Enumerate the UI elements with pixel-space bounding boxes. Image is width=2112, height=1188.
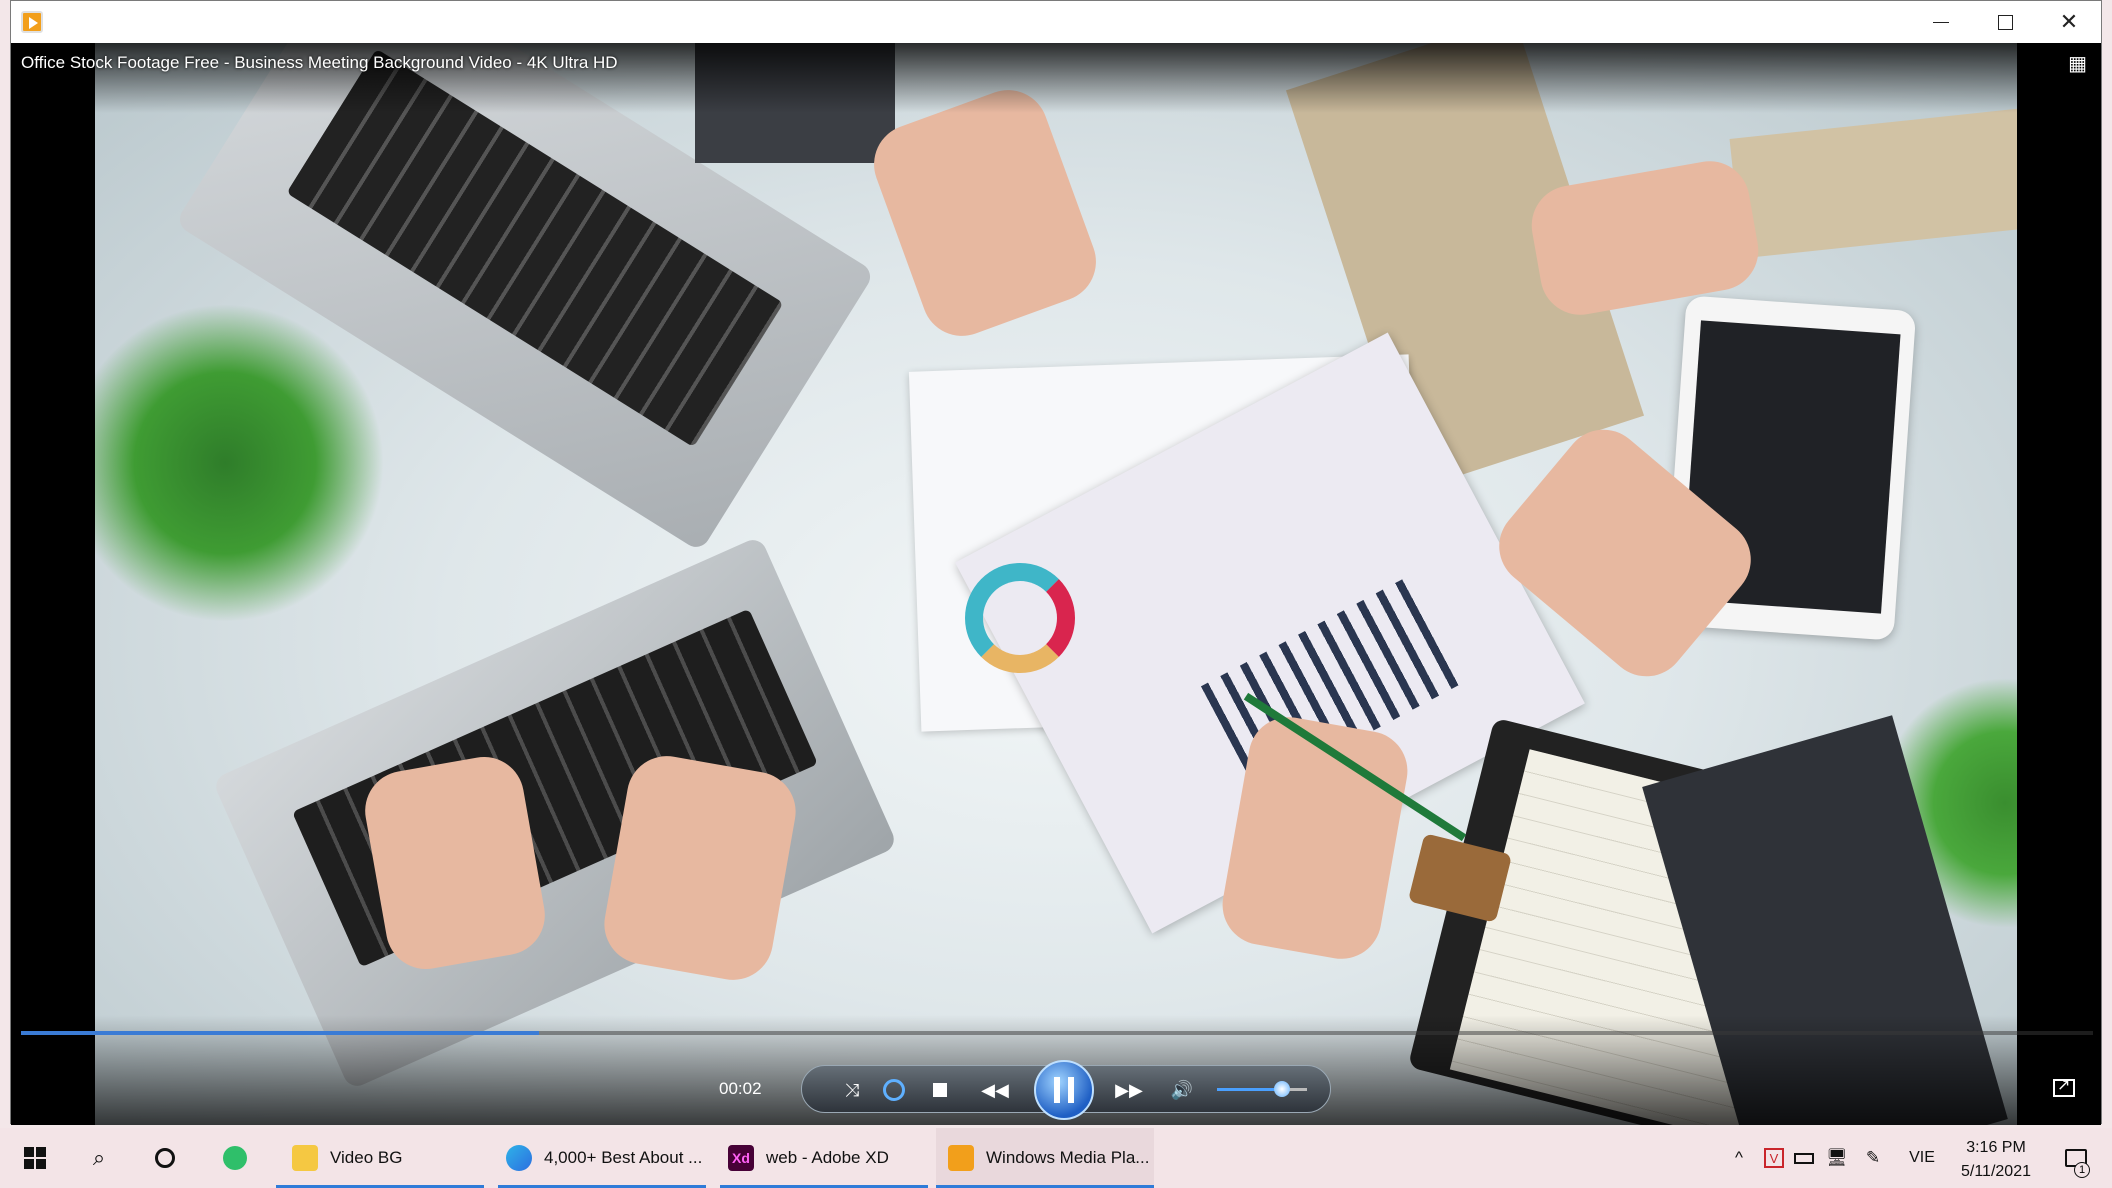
stop-icon [933,1083,947,1097]
switch-to-library-icon[interactable]: ▦ [2068,51,2087,76]
hand-image [862,78,1108,348]
taskbar-app-adobe-xd[interactable]: Xd web - Adobe XD [720,1128,928,1188]
cortana-button[interactable] [144,1128,186,1188]
repeat-button[interactable] [874,1066,914,1114]
grammarly-icon [223,1146,247,1170]
playback-controls: ⤨ ◀◀ ▶▶ 🔊 [801,1060,1331,1120]
taskbar-app-windows-media-player[interactable]: Windows Media Pla... [936,1128,1154,1188]
volume-knob[interactable] [1273,1081,1290,1097]
fullscreen-icon[interactable] [2053,1075,2075,1097]
search-icon[interactable]: ⌕ [78,1128,120,1188]
hand-image [598,749,802,987]
minimize-icon [1933,21,1949,23]
taskbar-app-label: Video BG [330,1148,403,1167]
rewind-icon[interactable]: ◀◀ [970,1066,1020,1114]
windows-media-player-icon [21,11,43,33]
maximize-button[interactable] [1973,1,2037,43]
taskbar-app-label: 4,000+ Best About ... [544,1148,703,1167]
video-title: Office Stock Footage Free - Business Mee… [21,53,618,72]
notification-count-badge: 1 [2074,1162,2090,1178]
start-button[interactable] [14,1128,56,1188]
edge-icon [506,1145,532,1171]
windows-logo-icon [24,1147,46,1169]
folder-icon [292,1145,318,1171]
battery-icon [1794,1152,1814,1164]
clock-time: 3:16 PM [1966,1139,2026,1156]
cortana-icon [155,1148,175,1168]
seek-bar[interactable] [21,1031,2093,1035]
fast-forward-icon[interactable]: ▶▶ [1104,1066,1154,1114]
volume-level [1217,1088,1282,1091]
system-clock[interactable]: 3:16 PM 5/11/2021 [1952,1136,2040,1184]
plant-image [95,303,385,623]
taskbar-app-edge[interactable]: 4,000+ Best About ... [498,1128,706,1188]
speaker-icon[interactable]: 🔊 [1162,1066,1202,1114]
maximize-icon [1997,14,2013,30]
video-frame [95,43,2017,1125]
adobe-xd-icon: Xd [728,1145,754,1171]
video-area[interactable]: Office Stock Footage Free - Business Mee… [11,43,2101,1125]
donut-chart-image [965,563,1075,673]
seek-progress [21,1031,539,1035]
taskbar: ⌕ Video BG 4,000+ Best About ... Xd web … [0,1128,2112,1188]
media-player-window: ✕ Office Stock Footage Free - Business M… [10,0,2102,1125]
volume-slider[interactable] [1217,1081,1307,1097]
grammarly-button[interactable] [214,1128,256,1188]
network-icon[interactable]: 🖥 [1822,1128,1852,1188]
pause-icon [1054,1077,1074,1103]
current-time: 00:02 [719,1079,762,1098]
stop-button[interactable] [920,1066,960,1114]
pen-workspace-icon[interactable]: ✎ [1858,1128,1888,1188]
tray-app-button[interactable]: V [1760,1128,1788,1188]
action-center-button[interactable] [2052,1128,2100,1188]
taskbar-app-video-bg[interactable]: Video BG [276,1128,484,1188]
clock-date: 5/11/2021 [1961,1163,2031,1180]
taskbar-app-label: Windows Media Pla... [986,1148,1150,1167]
title-bar[interactable]: ✕ [11,1,2101,43]
shuffle-icon[interactable]: ⤨ [832,1066,872,1114]
close-icon: ✕ [2059,9,2079,34]
battery-button[interactable] [1790,1128,1818,1188]
minimize-button[interactable] [1909,1,1973,43]
show-hidden-icons-chevron-icon[interactable]: ^ [1724,1128,1754,1188]
windows-media-player-icon [948,1145,974,1171]
close-button[interactable]: ✕ [2037,1,2101,43]
repeat-icon [883,1079,905,1101]
language-indicator[interactable]: VIE [1900,1128,1944,1188]
sleeve-image [1729,107,2017,259]
play-pause-button[interactable] [1034,1060,1094,1120]
v-app-icon: V [1764,1148,1784,1168]
taskbar-app-label: web - Adobe XD [766,1148,889,1167]
